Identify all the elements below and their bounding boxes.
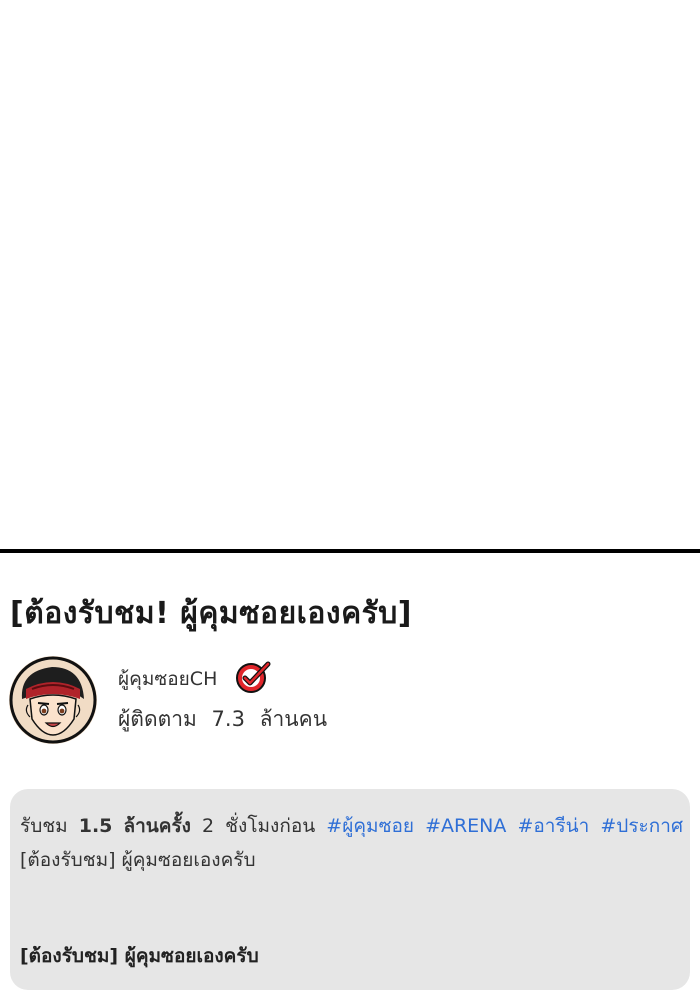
time-value: 2 <box>202 815 215 837</box>
description-text: [ต้องรับชม] ผู้คุมซอยเองครับ <box>20 849 256 871</box>
hashtag-link[interactable]: #ประกาศ <box>600 815 683 837</box>
hashtag-link[interactable]: #อารีน่า <box>517 815 589 837</box>
video-area <box>0 0 700 549</box>
subscriber-count: ผู้ติดตาม 7.3 ล้านคน <box>118 703 335 736</box>
divider <box>0 549 700 553</box>
hashtag-link[interactable]: #ARENA <box>425 815 506 837</box>
channel-avatar[interactable] <box>8 655 98 745</box>
video-meta: รับชม 1.5 ล้านครั้ง 2 ชั่งโมงก่อน #ผู้คุ… <box>20 811 688 841</box>
video-title: [ต้องรับชม! ผู้คุมซอยเองครับ] <box>10 596 413 631</box>
subscribers-unit: ล้านคน <box>259 707 328 731</box>
views-unit: ล้านครั้ง <box>123 815 191 837</box>
time-unit: ชั่งโมงก่อน <box>225 815 316 837</box>
verified-check-icon <box>235 660 271 694</box>
views-value: 1.5 <box>78 815 113 837</box>
subscribers-value: 7.3 <box>211 707 245 731</box>
description-box[interactable]: รับชม 1.5 ล้านครั้ง 2 ชั่งโมงก่อน #ผู้คุ… <box>10 789 690 990</box>
description-text-bold: [ต้องรับชม] ผู้คุมซอยเองครับ <box>20 945 259 967</box>
channel-name[interactable]: ผู้คุมซอยCH <box>118 664 217 694</box>
subscribers-label: ผู้ติดตาม <box>118 707 197 731</box>
views-label: รับชม <box>20 815 68 837</box>
hashtag-link[interactable]: #ผู้คุมซอย <box>326 815 414 837</box>
